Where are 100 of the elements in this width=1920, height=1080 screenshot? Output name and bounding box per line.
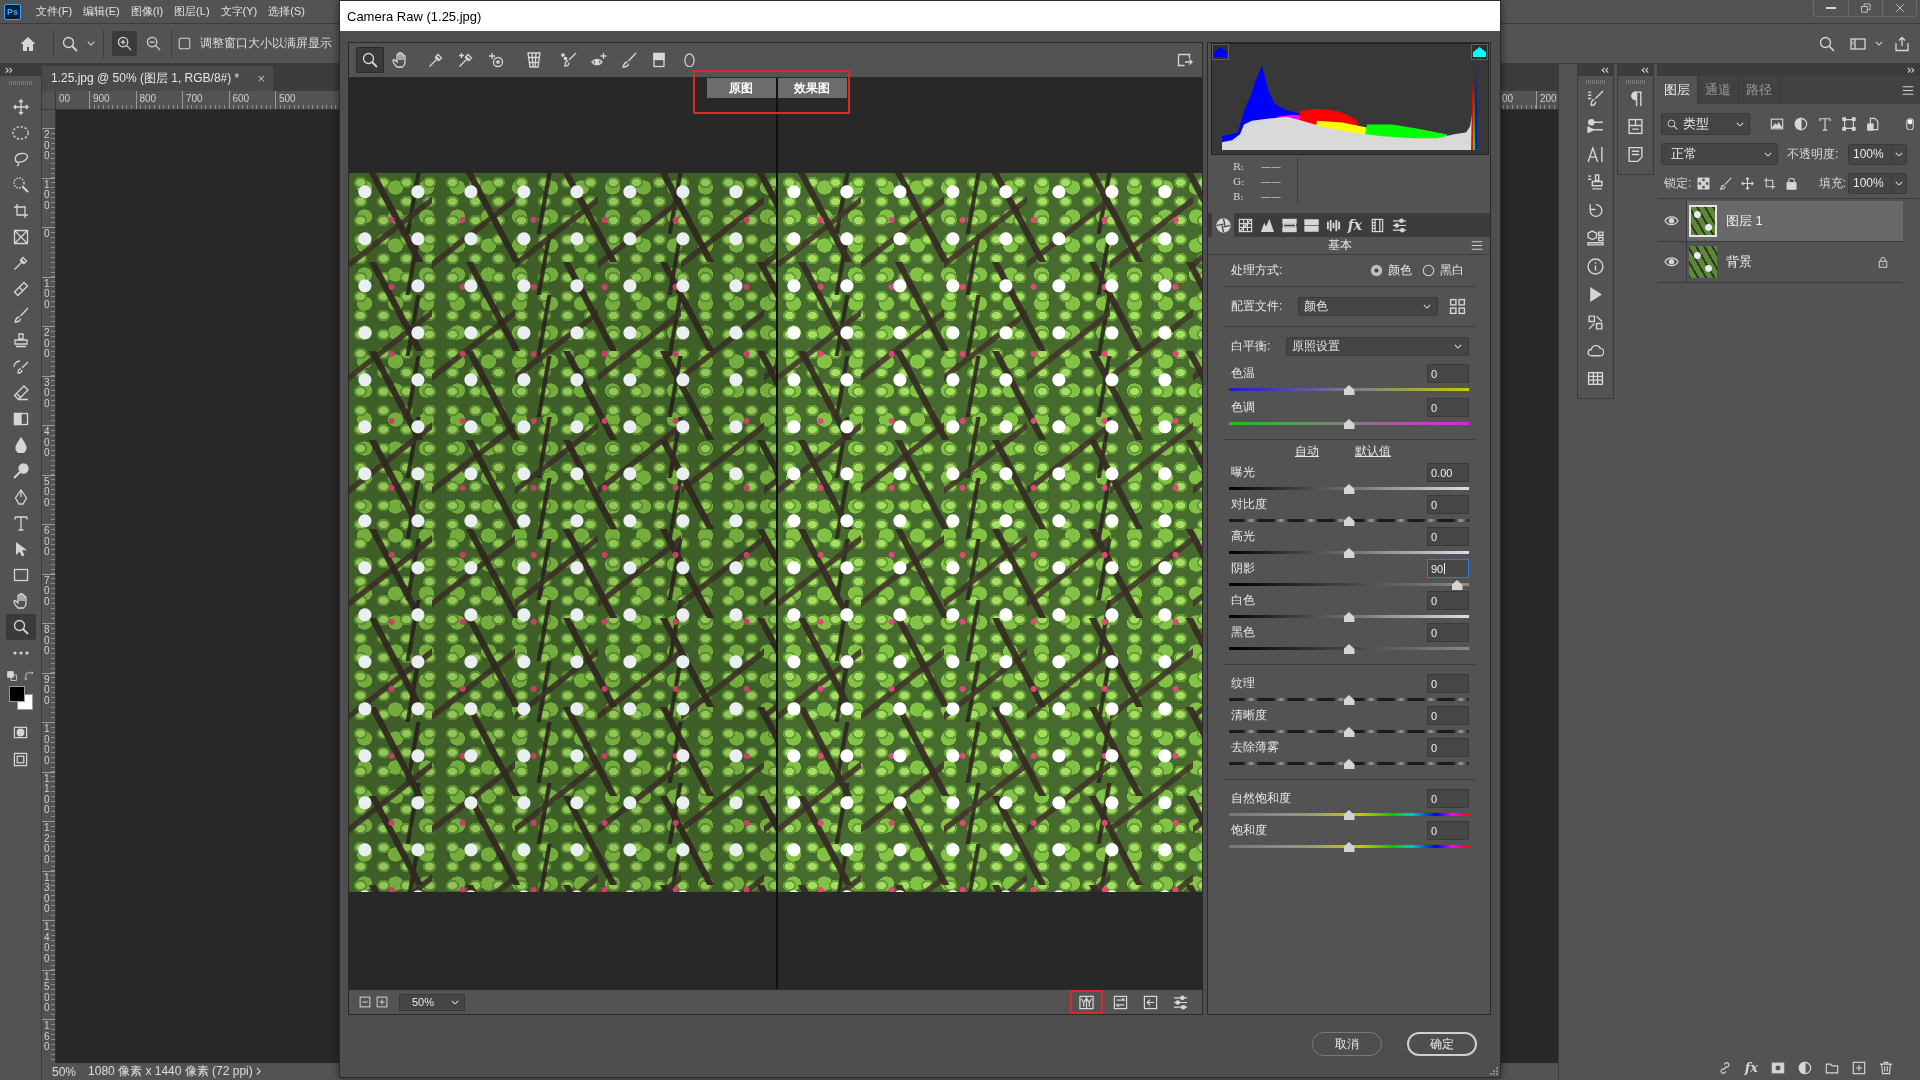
menu-item[interactable]: 选择(S) — [262, 4, 311, 19]
slider-thumb[interactable] — [1343, 695, 1355, 705]
panel-tab[interactable]: 通道 — [1698, 76, 1739, 104]
home-icon[interactable] — [20, 35, 36, 52]
slider-thumb[interactable] — [1343, 484, 1355, 494]
panel-layout-icon[interactable] — [1850, 35, 1866, 52]
value-field[interactable]: 0 — [1427, 495, 1469, 514]
view-button[interactable] — [1070, 990, 1103, 1014]
blend-mode-dropdown[interactable]: 正常 — [1661, 143, 1778, 165]
search-icon[interactable] — [1819, 35, 1835, 52]
value-field[interactable]: 0.00 — [1427, 463, 1469, 482]
zoom-in-button[interactable] — [112, 31, 137, 56]
opacity-field[interactable]: 100% — [1848, 143, 1907, 165]
plus-box-icon[interactable] — [376, 996, 388, 1008]
slider-thumb[interactable] — [1343, 419, 1355, 429]
menu-icon[interactable] — [1471, 241, 1483, 250]
text-link[interactable]: 自动 — [1295, 443, 1319, 460]
tab-close-button[interactable]: × — [257, 71, 265, 86]
trash-icon[interactable] — [1879, 1060, 1893, 1075]
adjust-sliders-icon[interactable] — [1587, 117, 1604, 135]
value-field[interactable]: 0 — [1427, 591, 1469, 610]
filter-dropdown[interactable]: 类型 — [1661, 113, 1750, 135]
resize-grip-icon[interactable] — [1490, 1067, 1498, 1075]
effects-button[interactable]: fx — [1744, 1060, 1758, 1075]
circular-arrow-icon[interactable] — [1587, 201, 1604, 219]
cube-list-icon[interactable] — [1587, 229, 1604, 247]
value-field[interactable]: 0 — [1427, 738, 1469, 757]
note-page-icon[interactable] — [1627, 145, 1644, 163]
hole-box-icon[interactable] — [1771, 1060, 1785, 1075]
plus-box-icon[interactable] — [1852, 1060, 1866, 1075]
slider-thumb[interactable] — [1343, 612, 1355, 622]
lock-icon[interactable] — [1877, 256, 1889, 268]
menu-icon[interactable] — [1902, 85, 1914, 95]
slider-thumb[interactable] — [1343, 810, 1355, 820]
swatches-icon[interactable] — [8, 686, 33, 710]
link-icon[interactable] — [1717, 1060, 1732, 1075]
zoom-icon[interactable] — [62, 35, 78, 52]
eye-icon[interactable] — [1664, 257, 1679, 267]
close-icon[interactable] — [1894, 3, 1905, 13]
lock-icon[interactable] — [1785, 176, 1799, 190]
double-chevron-icon[interactable] — [1907, 66, 1915, 74]
half-circle-icon[interactable] — [1798, 1060, 1812, 1075]
document-tab[interactable]: 1.25.jpg @ 50% (图层 1, RGB/8#) * × — [42, 66, 273, 91]
half-circle-icon[interactable] — [1794, 117, 1808, 131]
corner-handles-box-icon[interactable] — [1842, 117, 1856, 131]
pentagon-icon[interactable] — [1473, 46, 1486, 58]
table-icon[interactable] — [1587, 369, 1604, 387]
minus-box-icon[interactable] — [359, 996, 371, 1008]
double-chevron-icon[interactable] — [1601, 66, 1609, 74]
layer-row[interactable]: 背景 — [1687, 242, 1903, 282]
overlapping-squares-icon[interactable] — [7, 671, 17, 681]
chevron-icon[interactable] — [255, 1067, 261, 1076]
checkerboard-icon[interactable] — [1697, 176, 1711, 190]
grid-icon[interactable] — [1449, 298, 1466, 315]
slider-thumb[interactable] — [1343, 548, 1355, 558]
value-field[interactable]: 0 — [1427, 364, 1469, 383]
value-field[interactable]: 0 — [1427, 623, 1469, 642]
slider-thumb[interactable] — [1451, 580, 1463, 590]
slider-thumb[interactable] — [1343, 644, 1355, 654]
value-field[interactable]: 0 — [1427, 789, 1469, 808]
swap-arrow-icon[interactable] — [24, 671, 34, 681]
slider-thumb[interactable] — [1343, 516, 1355, 526]
tool-button[interactable] — [356, 47, 384, 73]
radio-option[interactable]: 颜色 — [1370, 262, 1412, 279]
panel-tab[interactable]: 路径 — [1739, 76, 1780, 104]
move-icon[interactable] — [1741, 176, 1755, 190]
nested-squares-icon[interactable] — [13, 752, 28, 767]
dialog-button[interactable]: 确定 — [1407, 1032, 1477, 1056]
play-icon[interactable] — [1587, 285, 1604, 303]
image-icon[interactable] — [1770, 117, 1784, 131]
crop-corners-icon[interactable] — [1763, 176, 1777, 190]
zoom-dropdown[interactable]: 50% — [399, 993, 465, 1011]
slider-thumb[interactable] — [1343, 727, 1355, 737]
value-field[interactable]: 90 — [1427, 559, 1469, 578]
menu-item[interactable]: 图像(I) — [125, 4, 169, 19]
double-chevron-icon[interactable] — [1641, 66, 1649, 74]
value-field[interactable]: 0 — [1427, 398, 1469, 417]
tool-button[interactable] — [5, 614, 36, 640]
layer-row[interactable]: 图层 1 — [1687, 201, 1903, 241]
menu-item[interactable]: 文件(F) — [30, 4, 78, 19]
value-field[interactable]: 0 — [1427, 674, 1469, 693]
compare-label[interactable]: 原图 — [706, 78, 776, 98]
checkbox-option[interactable]: 调整窗口大小以满屏显示 — [178, 35, 332, 52]
menu-item[interactable]: 图层(L) — [168, 4, 216, 19]
menu-item[interactable]: 文字(Y) — [215, 4, 263, 19]
slider-thumb[interactable] — [1343, 759, 1355, 769]
panel-tab[interactable]: fx — [1344, 213, 1366, 237]
brush-list-icon[interactable] — [1587, 89, 1604, 107]
value-field[interactable]: 0 — [1427, 527, 1469, 546]
slider-thumb[interactable] — [1343, 842, 1355, 852]
value-field[interactable]: 0 — [1427, 706, 1469, 725]
value-field[interactable]: 0 — [1427, 821, 1469, 840]
double-chevron-icon[interactable] — [5, 66, 13, 74]
folder-icon[interactable] — [1825, 1060, 1839, 1075]
page-icon[interactable] — [1866, 117, 1880, 131]
t-shape-icon[interactable] — [1818, 117, 1832, 131]
info-icon[interactable] — [1587, 257, 1604, 275]
box-arrow-icon[interactable] — [1177, 52, 1193, 68]
caret-icon[interactable] — [87, 41, 95, 46]
radio-option[interactable]: 黑白 — [1422, 262, 1464, 279]
